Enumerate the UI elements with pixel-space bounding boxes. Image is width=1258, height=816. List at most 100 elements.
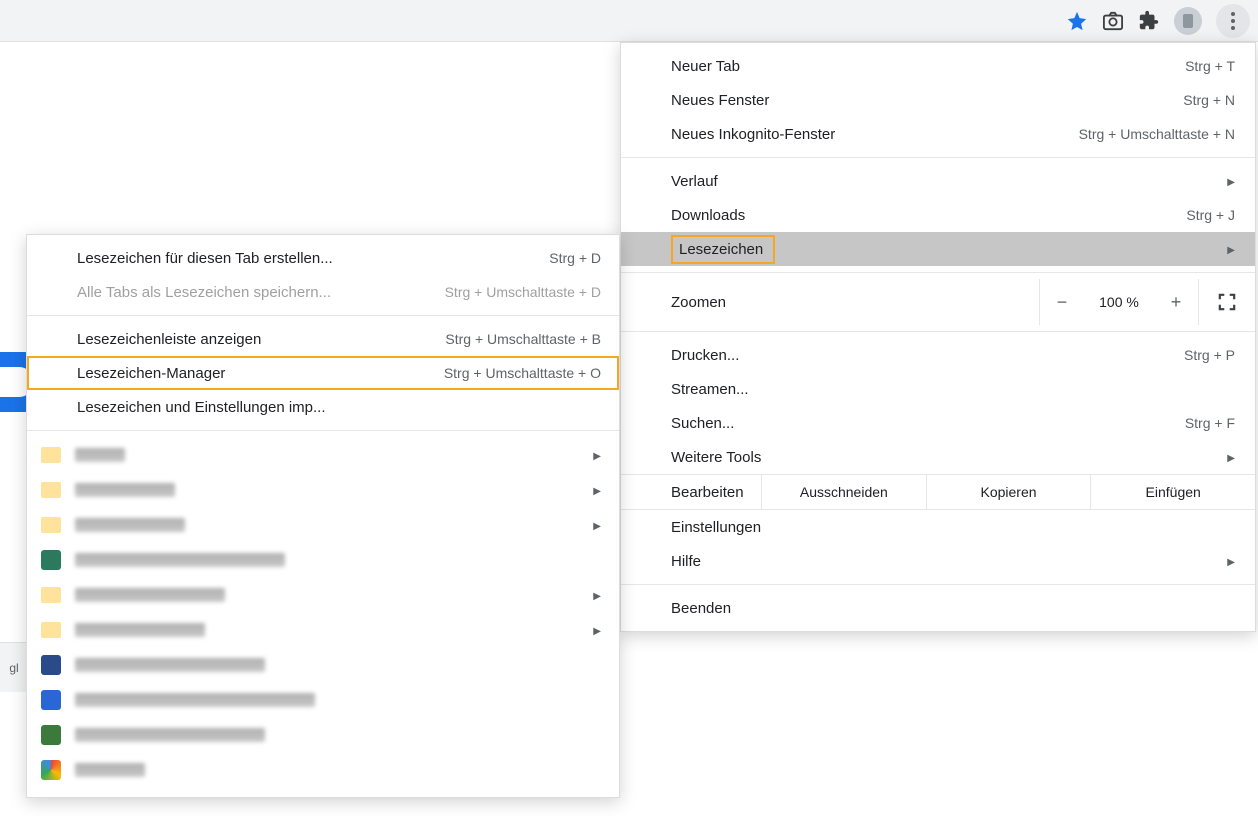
menu-label: Drucken...: [671, 347, 1184, 364]
bookmark-folder[interactable]: [27, 612, 619, 647]
zoom-in-button[interactable]: +: [1154, 279, 1198, 325]
menu-shortcut: Strg + F: [1185, 415, 1235, 431]
chevron-right-icon: [593, 518, 601, 532]
menu-shortcut: Strg + N: [1183, 92, 1235, 108]
zoom-label: Zoomen: [671, 294, 1039, 311]
favicon-icon: [41, 690, 61, 710]
menu-separator: [621, 272, 1255, 273]
menu-exit[interactable]: Beenden: [621, 591, 1255, 625]
bookmark-blurred-label: [75, 728, 265, 742]
camera-icon[interactable]: [1102, 10, 1124, 32]
favicon-icon: [41, 760, 61, 780]
chevron-right-icon: [1227, 174, 1235, 188]
menu-label: Lesezeichenleiste anzeigen: [77, 331, 445, 348]
bookmark-star-icon[interactable]: [1066, 10, 1088, 32]
paste-button[interactable]: Einfügen: [1090, 475, 1255, 509]
menu-label: Downloads: [671, 207, 1186, 224]
favicon-icon: [41, 725, 61, 745]
menu-cast[interactable]: Streamen...: [621, 372, 1255, 406]
menu-shortcut: Strg + Umschalttaste + N: [1079, 126, 1235, 142]
bookmark-item[interactable]: [27, 542, 619, 577]
more-menu-button[interactable]: [1216, 4, 1250, 38]
submenu-show-bar[interactable]: Lesezeichenleiste anzeigen Strg + Umscha…: [27, 322, 619, 356]
status-fragment: gl: [0, 642, 28, 692]
bookmark-item[interactable]: [27, 647, 619, 682]
main-dropdown-menu: Neuer Tab Strg + T Neues Fenster Strg + …: [620, 42, 1256, 632]
zoom-percentage: 100 %: [1084, 279, 1154, 325]
menu-settings[interactable]: Einstellungen: [621, 510, 1255, 544]
bookmark-folder[interactable]: [27, 472, 619, 507]
menu-label: Hilfe: [671, 553, 1219, 570]
fullscreen-button[interactable]: [1199, 279, 1255, 325]
menu-shortcut: Strg + J: [1186, 207, 1235, 223]
bookmark-blurred-label: [75, 483, 175, 497]
bookmark-folder[interactable]: [27, 437, 619, 472]
bookmark-item[interactable]: [27, 717, 619, 752]
submenu-bookmark-all: Alle Tabs als Lesezeichen speichern... S…: [27, 275, 619, 309]
menu-label: Lesezeichen-Manager: [77, 365, 444, 382]
folder-icon: [41, 482, 61, 498]
profile-avatar[interactable]: [1174, 7, 1202, 35]
menu-label: Neues Inkognito-Fenster: [671, 126, 1079, 143]
menu-label: Neuer Tab: [671, 58, 1185, 75]
menu-history[interactable]: Verlauf: [621, 164, 1255, 198]
menu-shortcut: Strg + P: [1184, 347, 1235, 363]
chevron-right-icon: [593, 448, 601, 462]
folder-icon: [41, 447, 61, 463]
folder-icon: [41, 517, 61, 533]
menu-label: Lesezeichen und Einstellungen imp...: [77, 399, 601, 416]
submenu-import[interactable]: Lesezeichen und Einstellungen imp...: [27, 390, 619, 424]
bookmark-item[interactable]: [27, 682, 619, 717]
folder-icon: [41, 587, 61, 603]
bookmark-folder[interactable]: [27, 577, 619, 612]
menu-new-tab[interactable]: Neuer Tab Strg + T: [621, 49, 1255, 83]
menu-shortcut: Strg + T: [1185, 58, 1235, 74]
menu-label: Alle Tabs als Lesezeichen speichern...: [77, 284, 445, 301]
chevron-right-icon: [1227, 450, 1235, 464]
menu-edit-row: Bearbeiten Ausschneiden Kopieren Einfüge…: [621, 474, 1255, 510]
bookmark-folder[interactable]: [27, 507, 619, 542]
menu-print[interactable]: Drucken... Strg + P: [621, 338, 1255, 372]
chevron-right-icon: [593, 623, 601, 637]
bookmarks-sub-menu: Lesezeichen für diesen Tab erstellen... …: [26, 234, 620, 798]
bookmark-blurred-label: [75, 763, 145, 777]
chevron-right-icon: [1227, 242, 1235, 256]
menu-bookmarks[interactable]: Lesezeichen: [621, 232, 1255, 266]
menu-downloads[interactable]: Downloads Strg + J: [621, 198, 1255, 232]
menu-label: Suchen...: [671, 415, 1185, 432]
menu-label: Neues Fenster: [671, 92, 1183, 109]
menu-separator: [27, 315, 619, 316]
menu-find[interactable]: Suchen... Strg + F: [621, 406, 1255, 440]
chevron-right-icon: [593, 588, 601, 602]
menu-help[interactable]: Hilfe: [621, 544, 1255, 578]
menu-new-incognito[interactable]: Neues Inkognito-Fenster Strg + Umschaltt…: [621, 117, 1255, 151]
bookmark-blurred-label: [75, 658, 265, 672]
bookmark-blurred-label: [75, 623, 205, 637]
extensions-icon[interactable]: [1138, 10, 1160, 32]
bookmark-item[interactable]: [27, 752, 619, 787]
submenu-bookmark-tab[interactable]: Lesezeichen für diesen Tab erstellen... …: [27, 241, 619, 275]
favicon-icon: [41, 550, 61, 570]
bookmark-blurred-label: [75, 518, 185, 532]
menu-label: Verlauf: [671, 173, 1219, 190]
menu-more-tools[interactable]: Weitere Tools: [621, 440, 1255, 474]
chevron-right-icon: [1227, 554, 1235, 568]
folder-icon: [41, 622, 61, 638]
menu-shortcut: Strg + Umschalttaste + O: [444, 365, 601, 381]
cut-button[interactable]: Ausschneiden: [761, 475, 926, 509]
menu-label: Streamen...: [671, 381, 1235, 398]
browser-toolbar: [0, 0, 1258, 42]
menu-label: Einstellungen: [671, 519, 1235, 536]
menu-new-window[interactable]: Neues Fenster Strg + N: [621, 83, 1255, 117]
menu-separator: [621, 584, 1255, 585]
zoom-out-button[interactable]: −: [1040, 279, 1084, 325]
menu-label: Weitere Tools: [671, 449, 1219, 466]
copy-button[interactable]: Kopieren: [926, 475, 1091, 509]
menu-separator: [621, 157, 1255, 158]
menu-shortcut: Strg + Umschalttaste + B: [445, 331, 601, 347]
menu-zoom-row: Zoomen − 100 % +: [621, 279, 1255, 325]
submenu-bookmark-manager[interactable]: Lesezeichen-Manager Strg + Umschalttaste…: [27, 356, 619, 390]
bookmark-blurred-label: [75, 448, 125, 462]
menu-label: Beenden: [671, 600, 1235, 617]
chevron-right-icon: [593, 483, 601, 497]
